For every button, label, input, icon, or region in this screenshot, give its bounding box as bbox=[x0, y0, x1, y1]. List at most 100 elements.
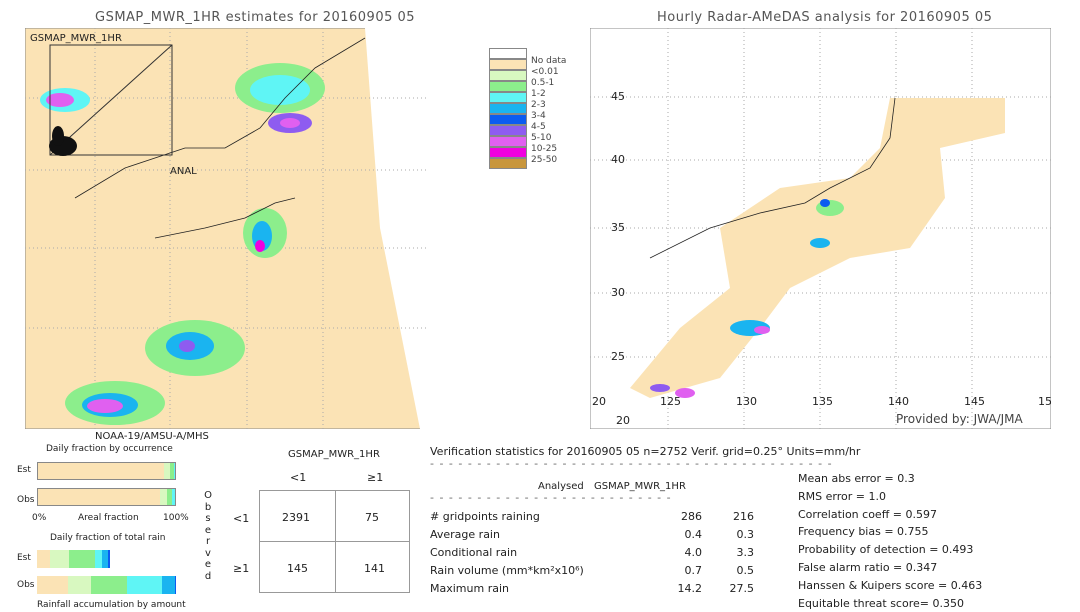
stat-analysed: 4.0 bbox=[684, 546, 703, 559]
lat-45: 45 bbox=[611, 90, 625, 103]
bar-segment bbox=[173, 463, 175, 479]
stat-analysed: 286 bbox=[681, 510, 702, 523]
bar-segment bbox=[174, 576, 176, 594]
observed-letter: O bbox=[204, 490, 212, 501]
observed-letter: d bbox=[204, 570, 212, 582]
score-item: Probability of detection = 0.493 bbox=[798, 543, 974, 557]
bar-segment bbox=[107, 550, 110, 568]
score-item: Correlation coeff = 0.597 bbox=[798, 507, 937, 521]
observed-letter: e bbox=[204, 559, 212, 570]
stat-analysed: 0.7 bbox=[684, 564, 703, 577]
occurrence-title: Daily fraction by occurrence bbox=[46, 444, 173, 454]
left-map-title: GSMAP_MWR_1HR estimates for 20160905 05 bbox=[95, 10, 416, 25]
lon-125: 125 bbox=[660, 395, 681, 408]
bar-segment bbox=[162, 576, 175, 594]
legend-swatch bbox=[489, 92, 527, 103]
stat-gsmap: 0.5 bbox=[736, 564, 755, 577]
credit: Provided by: JWA/JMA bbox=[896, 412, 1023, 426]
lon-120: 20 bbox=[592, 395, 606, 408]
lat-35: 35 bbox=[611, 221, 625, 234]
stat-label: Maximum rain bbox=[430, 582, 509, 595]
contingency-title: GSMAP_MWR_1HR bbox=[288, 449, 380, 460]
legend-swatch bbox=[489, 136, 527, 147]
bar-segment bbox=[37, 550, 50, 568]
legend-swatch bbox=[489, 147, 527, 158]
bar-segment bbox=[67, 576, 92, 594]
lat-40: 40 bbox=[611, 153, 625, 166]
bar-segment bbox=[159, 489, 167, 505]
areal-fraction-label: Areal fraction bbox=[78, 513, 139, 523]
x1-label: 100% bbox=[163, 513, 189, 523]
score-item: Frequency bias = 0.755 bbox=[798, 525, 929, 539]
bar-segment bbox=[91, 576, 128, 594]
stat-label: # gridpoints raining bbox=[430, 510, 540, 523]
bar-segment bbox=[95, 550, 103, 568]
rain-title: Daily fraction of total rain bbox=[50, 533, 166, 543]
cell-false-alarm: 75 bbox=[365, 511, 379, 524]
score-item: RMS error = 1.0 bbox=[798, 489, 886, 503]
bar-segment bbox=[68, 550, 96, 568]
lon-140: 140 bbox=[888, 395, 909, 408]
legend-label: 5-10 bbox=[531, 133, 552, 143]
lat-30: 30 bbox=[611, 286, 625, 299]
rain-est-bar bbox=[37, 550, 176, 568]
legend-label: 4-5 bbox=[531, 122, 546, 132]
score-item: False alarm ratio = 0.347 bbox=[798, 561, 938, 574]
inset-label: GSMAP_MWR_1HR bbox=[30, 33, 122, 44]
observed-letter: r bbox=[205, 536, 211, 547]
left-map bbox=[25, 28, 429, 429]
contingency-table: 2391 75 145 141 bbox=[259, 490, 410, 593]
inset-xlabel: ANAL bbox=[170, 166, 197, 177]
est-label: Est bbox=[17, 465, 31, 475]
obs-label: Obs bbox=[17, 495, 35, 505]
right-map bbox=[590, 28, 1051, 429]
row-lt1: <1 bbox=[233, 512, 250, 525]
rain-est-label: Est bbox=[17, 553, 31, 563]
bar-segment bbox=[38, 489, 160, 505]
legend-label: 2-3 bbox=[531, 100, 546, 110]
legend-swatch bbox=[489, 70, 527, 81]
row-ge1: ≥1 bbox=[233, 562, 250, 575]
stat-gsmap: 0.3 bbox=[736, 528, 755, 541]
legend-label: 10-25 bbox=[531, 144, 558, 154]
stat-gsmap: 3.3 bbox=[736, 546, 755, 559]
rain-obs-bar bbox=[37, 576, 176, 594]
stat-analysed: 0.4 bbox=[684, 528, 703, 541]
legend-swatch bbox=[489, 59, 527, 70]
col-ge1: ≥1 bbox=[367, 471, 384, 484]
legend-swatch bbox=[489, 158, 527, 169]
legend-swatch bbox=[489, 48, 527, 59]
lon-145: 145 bbox=[964, 395, 985, 408]
observed-label: Observed bbox=[203, 490, 213, 582]
legend-swatch bbox=[489, 103, 527, 114]
score-item: Mean abs error = 0.3 bbox=[798, 472, 915, 485]
stat-analysed: 14.2 bbox=[677, 582, 703, 595]
rain-caption: Rainfall accumulation by amount bbox=[37, 600, 186, 610]
lat-25: 25 bbox=[611, 350, 625, 363]
legend-label: 0.5-1 bbox=[531, 78, 555, 88]
rain-obs-label: Obs bbox=[17, 580, 35, 590]
x0-label: 0% bbox=[32, 513, 47, 523]
bar-segment bbox=[127, 576, 163, 594]
observed-letter: e bbox=[204, 524, 212, 536]
legend-swatch bbox=[489, 81, 527, 92]
stat-gsmap: 27.5 bbox=[729, 582, 755, 595]
stat-label: Rain volume (mm*km²x10⁶) bbox=[430, 564, 584, 577]
score-item: Equitable threat score= 0.350 bbox=[798, 596, 964, 610]
legend-label: No data bbox=[531, 56, 567, 66]
score-item: Hanssen & Kuipers score = 0.463 bbox=[798, 578, 983, 592]
right-map-title: Hourly Radar-AMeDAS analysis for 2016090… bbox=[657, 10, 993, 25]
bar-segment bbox=[172, 489, 176, 505]
legend-label: <0.01 bbox=[531, 67, 559, 77]
observed-letter: b bbox=[204, 501, 212, 513]
occurrence-obs-bar bbox=[37, 488, 176, 506]
bar-segment bbox=[37, 576, 68, 594]
observed-letter: v bbox=[205, 547, 211, 559]
lon-135: 135 bbox=[812, 395, 833, 408]
col-lt1: <1 bbox=[290, 471, 307, 484]
sensor-label: NOAA-19/AMSU-A/MHS bbox=[95, 431, 209, 442]
stat-label: Conditional rain bbox=[430, 546, 518, 559]
legend-swatch bbox=[489, 125, 527, 136]
cell-miss: 145 bbox=[287, 562, 308, 575]
legend-swatch bbox=[489, 114, 527, 125]
